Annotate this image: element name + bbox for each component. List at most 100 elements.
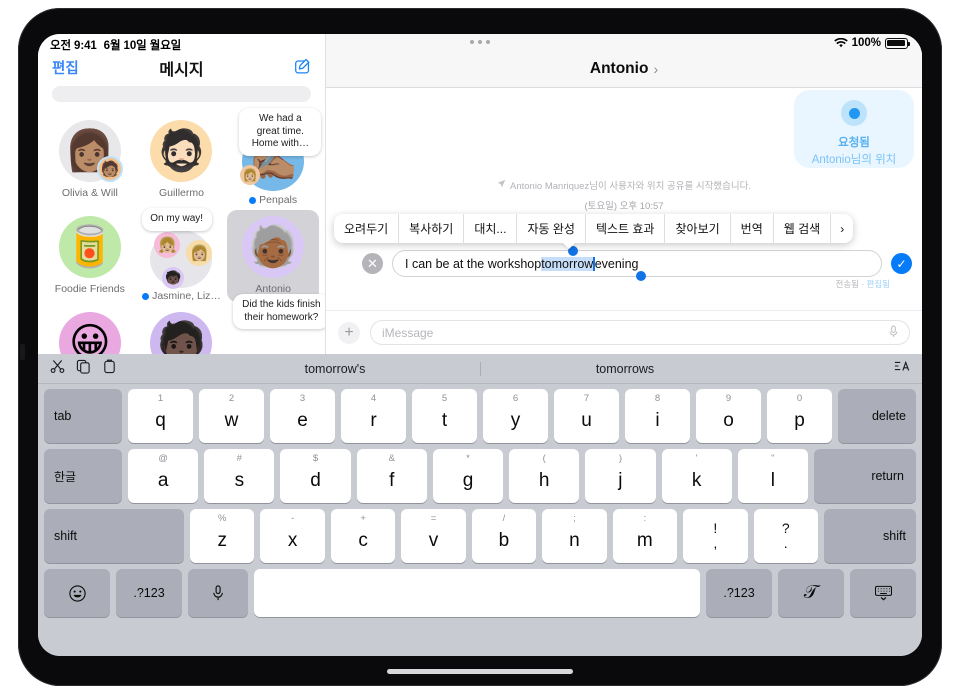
- selection-handle-end[interactable]: [636, 271, 646, 281]
- list-item[interactable]: 🧑🏿: [136, 306, 228, 354]
- emoji-icon[interactable]: [44, 569, 110, 617]
- imessage-input[interactable]: iMessage: [370, 320, 910, 345]
- ipad-device-frame: 오전 9:41 6월 10일 월요일 100% 편집 메시지 👩🏽 🧑🏽 Oli…: [18, 8, 942, 686]
- compose-icon[interactable]: [294, 58, 311, 80]
- checkmark-circle-icon[interactable]: ✓: [891, 253, 912, 274]
- key-delete[interactable]: delete: [838, 389, 916, 443]
- key-label: z: [217, 529, 227, 551]
- key-n[interactable]: ; n: [542, 509, 607, 563]
- key-g[interactable]: * g: [432, 449, 504, 503]
- plus-icon[interactable]: +: [338, 321, 360, 344]
- menu-item-cut[interactable]: 오려두기: [334, 214, 400, 243]
- key-r[interactable]: 4r: [341, 389, 406, 443]
- key-label: g: [462, 469, 474, 491]
- text-format-icon[interactable]: [894, 359, 910, 378]
- menu-item-text-effects[interactable]: 텍스트 효과: [586, 214, 666, 243]
- key-i[interactable]: 8i: [625, 389, 690, 443]
- key-y[interactable]: 6y: [483, 389, 548, 443]
- key-label: i: [655, 409, 660, 431]
- edit-message-input[interactable]: I can be at the workshop tomorrow evenin…: [392, 246, 882, 281]
- key-label: m: [636, 529, 653, 551]
- list-item-antonio[interactable]: 🧓🏾 Antonio Did the kids finish their hom…: [227, 210, 325, 329]
- menu-item-web-search[interactable]: 웹 검색: [774, 214, 832, 243]
- microphone-icon[interactable]: [188, 569, 248, 617]
- key-label: p: [794, 409, 805, 431]
- home-indicator[interactable]: [387, 669, 573, 674]
- menu-item-autofill[interactable]: 자동 완성: [517, 214, 586, 243]
- menu-item-replace[interactable]: 대치...: [464, 214, 518, 243]
- scissors-icon[interactable]: [50, 359, 65, 379]
- key-label: r: [370, 409, 377, 431]
- handwriting-icon[interactable]: 𝒯: [778, 569, 844, 617]
- key-return[interactable]: return: [813, 449, 916, 503]
- location-status: 요청됨: [838, 137, 870, 149]
- key-numbers-left[interactable]: .?123: [116, 569, 182, 617]
- key-shift-left[interactable]: shift: [44, 509, 184, 563]
- key-shift-right[interactable]: shift: [823, 509, 916, 563]
- list-item[interactable]: We had a great time. Home with… ✍🏽 👩🏼 Pe…: [227, 108, 322, 206]
- list-item[interactable]: 🥫 Foodie Friends: [44, 210, 136, 302]
- onscreen-keyboard: tomorrow's tomorrows tab 1q 2w 3e 4 r 5 …: [38, 354, 922, 656]
- key-a[interactable]: @ a: [128, 449, 199, 503]
- side-button[interactable]: [20, 344, 25, 360]
- key-d[interactable]: $ d: [280, 449, 351, 503]
- copy-icon[interactable]: [76, 359, 91, 379]
- messages-sidebar: 편집 메시지 👩🏽 🧑🏽 Olivia & Will 🧔🏻 Guillermo …: [38, 34, 326, 354]
- message-preview-bubble: On my way!: [141, 208, 212, 231]
- key-c[interactable]: + c: [330, 509, 396, 563]
- key-v[interactable]: = v: [401, 509, 466, 563]
- key-question-period[interactable]: ? .: [753, 509, 818, 563]
- avatar-member: 👧🏼: [154, 232, 181, 258]
- keyboard-dismiss-icon[interactable]: [850, 569, 916, 617]
- key-label-upper: ?: [781, 520, 790, 537]
- key-q[interactable]: 1q: [128, 389, 193, 443]
- key-e[interactable]: 3e: [270, 389, 335, 443]
- key-alt-label: &: [388, 453, 395, 464]
- key-alt-label: 9: [725, 393, 732, 404]
- key-s[interactable]: # s: [204, 449, 275, 503]
- key-t[interactable]: 5t: [412, 389, 477, 443]
- key-j[interactable]: ) j: [585, 449, 656, 503]
- key-o[interactable]: 9o: [696, 389, 761, 443]
- key-exclamation-comma[interactable]: ! ,: [683, 509, 748, 563]
- key-tab[interactable]: tab: [44, 389, 122, 443]
- key-x[interactable]: -x: [260, 509, 325, 563]
- key-alt-label: 6: [512, 393, 519, 404]
- list-item[interactable]: On my way! 👧🏼 👩🏼 🧒🏿 Jasmine, Liz…: [136, 208, 228, 302]
- search-input[interactable]: [52, 86, 311, 102]
- key-l[interactable]: " l: [737, 449, 808, 503]
- suggestion-1[interactable]: tomorrow's: [190, 362, 480, 376]
- microphone-icon[interactable]: [889, 325, 898, 341]
- paste-icon[interactable]: [102, 359, 117, 379]
- menu-item-more-arrow[interactable]: ›: [831, 214, 853, 243]
- selected-text[interactable]: tomorrow: [541, 256, 594, 271]
- conversation-title[interactable]: Antonio ›: [590, 60, 658, 78]
- key-z[interactable]: % z: [190, 509, 255, 563]
- key-label-lower: ,: [713, 535, 718, 551]
- key-m[interactable]: :m: [612, 509, 678, 563]
- key-w[interactable]: 2w: [199, 389, 264, 443]
- key-space[interactable]: [254, 569, 700, 617]
- key-f[interactable]: & f: [356, 449, 427, 503]
- key-u[interactable]: 7u: [554, 389, 619, 443]
- key-numbers-right[interactable]: .?123: [706, 569, 772, 617]
- message-preview-bubble: Did the kids finish their homework?: [233, 294, 325, 329]
- list-item[interactable]: 😀: [44, 306, 136, 354]
- key-b[interactable]: / b: [471, 509, 537, 563]
- key-h[interactable]: (h: [509, 449, 580, 503]
- close-circle-icon[interactable]: ✕: [362, 253, 383, 274]
- key-alt-label: -: [291, 513, 295, 524]
- avatar-secondary: 🧑🏽: [96, 156, 123, 182]
- list-item[interactable]: 🧔🏻 Guillermo: [136, 114, 228, 206]
- menu-item-copy[interactable]: 복사하기: [399, 214, 465, 243]
- location-request-bubble[interactable]: 요청됨 Antonio님의 위치: [794, 90, 914, 168]
- menu-item-look-up[interactable]: 찾아보기: [665, 214, 731, 243]
- key-label: s: [234, 469, 245, 491]
- key-language-korean[interactable]: 한글: [44, 449, 122, 503]
- list-item[interactable]: 👩🏽 🧑🏽 Olivia & Will: [44, 114, 136, 206]
- key-k[interactable]: ' k: [661, 449, 732, 503]
- suggestion-2[interactable]: tomorrows: [480, 362, 770, 376]
- status-edited: 편집됨: [866, 279, 890, 289]
- menu-item-translate[interactable]: 번역: [731, 214, 774, 243]
- key-p[interactable]: 0p: [767, 389, 832, 443]
